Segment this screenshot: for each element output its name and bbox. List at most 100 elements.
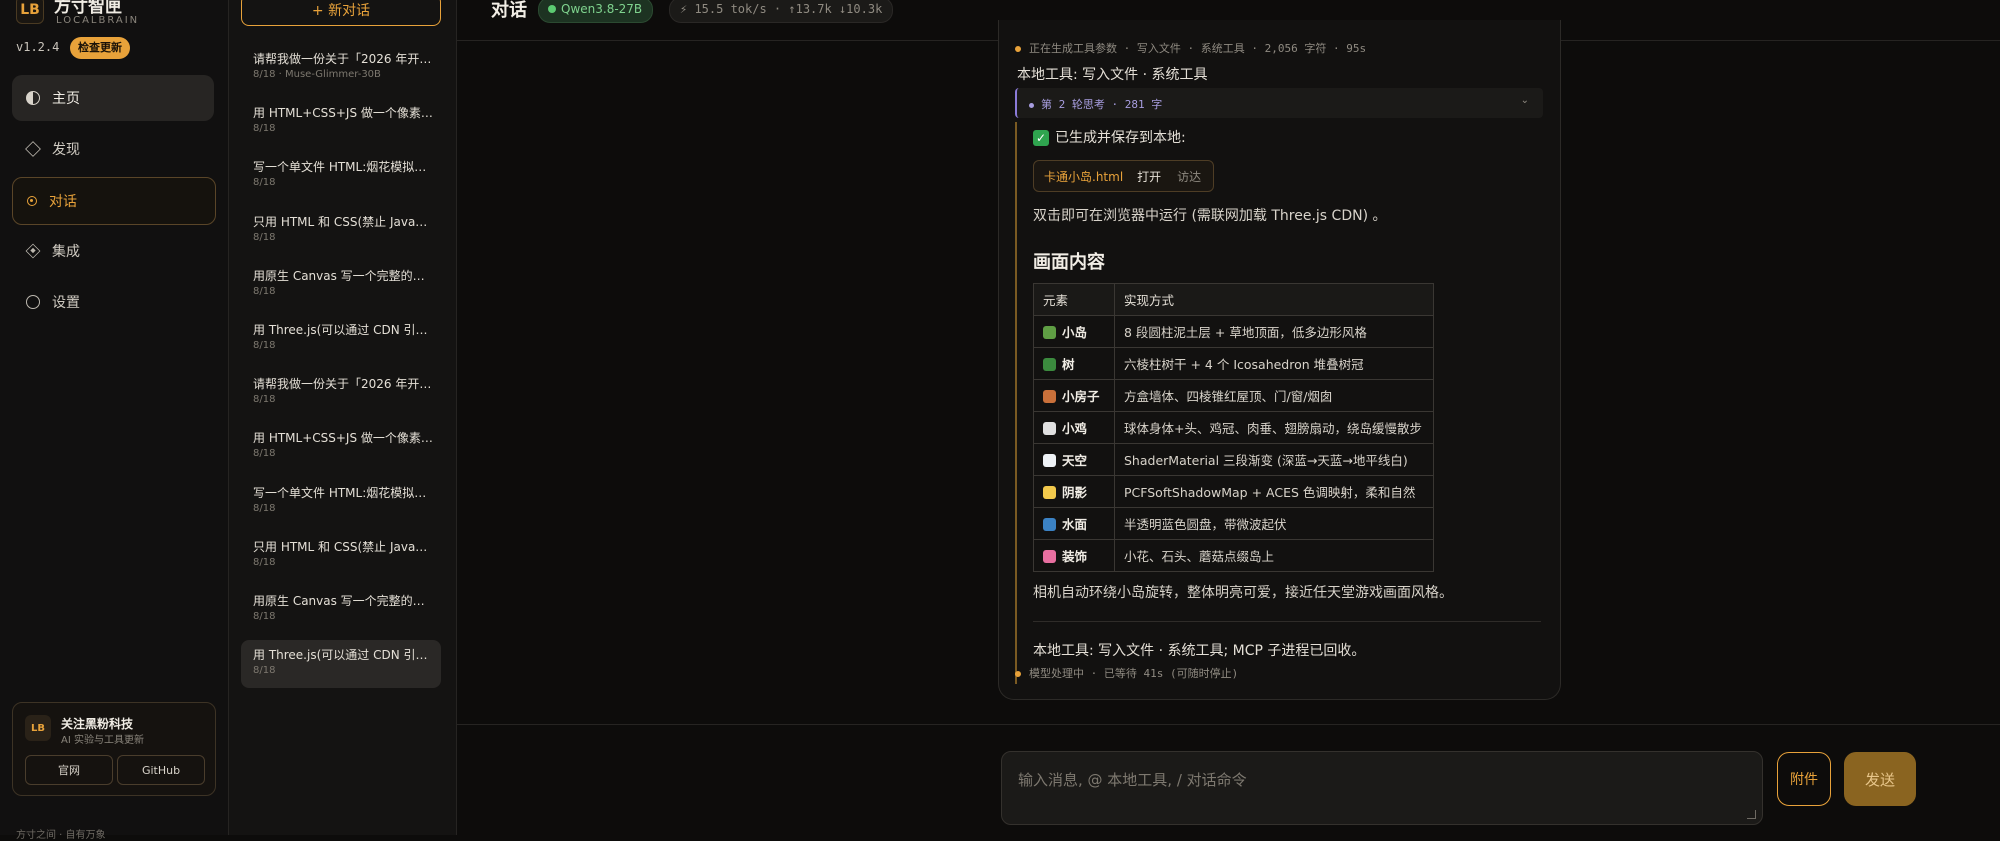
open-file-button[interactable]: 打开	[1129, 168, 1169, 185]
reveal-in-finder-button[interactable]: 访达	[1169, 168, 1213, 185]
table-cell-method: ShaderMaterial 三段渐变 (深蓝→天蓝→地平线白)	[1114, 443, 1434, 476]
saved-text: 已生成并保存到本地:	[1055, 130, 1186, 146]
chat-dot-icon	[27, 196, 37, 206]
footer-slogan: 方寸之间 · 自有万象	[16, 830, 106, 841]
conversation-date: 8/18	[253, 340, 276, 351]
app-logo: LB	[16, 0, 44, 24]
conversation-item[interactable]: 写一个单文件 HTML:烟花模拟… 8/18	[241, 152, 441, 200]
conversation-item[interactable]: 只用 HTML 和 CSS(禁止 Java… 8/18	[241, 532, 441, 580]
generation-status: 正在生成工具参数 · 写入文件 · 系统工具 · 2,056 字符 · 95s	[1015, 40, 1366, 56]
table-row: 树 六棱柱树干 + 4 个 Icosahedron 堆叠树冠	[1033, 347, 1434, 380]
conversation-date: 8/18	[253, 502, 276, 514]
nav-item-chat[interactable]: 对话	[12, 177, 216, 225]
assistant-message: 正在生成工具参数 · 写入文件 · 系统工具 · 2,056 字符 · 95s …	[998, 20, 1561, 700]
model-badge[interactable]: Qwen3.8-27B	[538, 0, 654, 23]
nav-item-settings[interactable]: 设置	[12, 279, 214, 325]
nav-item-label: 主页	[52, 91, 80, 107]
table-cell-element: 水面	[1033, 507, 1115, 540]
table-row: 天空 ShaderMaterial 三段渐变 (深蓝→天蓝→地平线白)	[1033, 443, 1434, 476]
conversation-date: 8/18 · Muse-Glimmer-30B	[253, 69, 381, 80]
table-header-method: 实现方式	[1114, 283, 1434, 316]
conversation-item[interactable]: 用 HTML+CSS+JS 做一个像素… 8/18	[241, 423, 441, 471]
element-name: 装饰	[1062, 549, 1088, 564]
conversation-title: 用 HTML+CSS+JS 做一个像素…	[253, 106, 433, 121]
conversation-date: 8/18	[253, 556, 276, 568]
table-cell-method: 球体身体+头、鸡冠、肉垂、翅膀扇动，绕岛缓慢散步	[1114, 411, 1434, 444]
resize-grip-icon[interactable]	[1747, 810, 1756, 819]
follow-card: LB 关注黑粉科技 AI 实验与工具更新 官网 GitHub	[12, 702, 216, 796]
nav-item-discover[interactable]: 发现	[12, 126, 214, 172]
conversation-date: 8/18	[253, 611, 276, 622]
table-cell-method: 六棱柱树干 + 4 个 Icosahedron 堆叠树冠	[1114, 347, 1434, 380]
conversation-item[interactable]: 用 Three.js(可以通过 CDN 引… 8/18	[241, 640, 441, 689]
table-header-row: 元素 实现方式	[1033, 283, 1434, 316]
run-note: 双击即可在浏览器中运行 (需联网加载 Three.js CDN) 。	[1033, 208, 1387, 224]
conversation-item[interactable]: 用原生 Canvas 写一个完整的… 8/18	[241, 261, 441, 309]
chicken-icon	[1043, 422, 1056, 435]
table-row: 装饰 小花、石头、蘑菇点缀岛上	[1033, 539, 1434, 572]
table-cell-element: 小鸡	[1033, 411, 1115, 444]
nav-item-label: 对话	[49, 194, 77, 210]
divider	[1033, 621, 1541, 622]
conversation-item[interactable]: 只用 HTML 和 CSS(禁止 Java… 8/18	[241, 207, 441, 255]
message-input[interactable]: 输入消息, @ 本地工具, / 对话命令	[1001, 751, 1763, 825]
conversation-item[interactable]: 用原生 Canvas 写一个完整的… 8/18	[241, 586, 441, 634]
conversation-title: 用 Three.js(可以通过 CDN 引…	[253, 323, 428, 337]
table-row: 小房子 方盒墙体、四棱锥红屋顶、门/窗/烟囱	[1033, 379, 1434, 412]
table-row: 阴影 PCFSoftShadowMap + ACES 色调映射，柔和自然	[1033, 475, 1434, 508]
new-chat-button[interactable]: + 新对话	[241, 0, 441, 26]
status-dot-icon	[1015, 671, 1021, 677]
conversation-item[interactable]: 写一个单文件 HTML:烟花模拟… 8/18	[241, 478, 441, 526]
table-cell-element: 小房子	[1033, 379, 1115, 412]
wave-icon	[1043, 518, 1056, 531]
processing-status-text: 模型处理中 · 已等待 41s (可随时停止)	[1029, 667, 1239, 680]
island-icon	[1043, 326, 1056, 339]
table-row: 小鸡 球体身体+头、鸡冠、肉垂、翅膀扇动，绕岛缓慢散步	[1033, 411, 1434, 444]
conversation-date: 8/18	[253, 231, 276, 243]
table-cell-method: 8 段圆柱泥土层 + 草地顶面，低多边形风格	[1114, 315, 1434, 348]
section-heading: 画面内容	[1033, 252, 1105, 273]
content-table: 元素 实现方式 小岛 8 段圆柱泥土层 + 草地顶面，低多边形风格树 六棱柱树干 +…	[1033, 283, 1434, 572]
element-name: 阴影	[1062, 485, 1088, 500]
conversation-item[interactable]: 用 HTML+CSS+JS 做一个像素… 8/18	[241, 98, 441, 146]
file-name-link[interactable]: 卡通小岛.html	[1034, 168, 1129, 185]
conversation-title: 用原生 Canvas 写一个完整的…	[253, 594, 425, 608]
app-subtitle: LOCALBRAIN	[56, 15, 140, 26]
table-cell-method: 小花、石头、蘑菇点缀岛上	[1114, 539, 1434, 572]
official-site-button[interactable]: 官网	[25, 755, 113, 785]
bulb-icon	[1043, 486, 1056, 499]
chevron-down-icon[interactable]: ⌄	[1521, 95, 1529, 106]
attach-button[interactable]: 附件	[1777, 752, 1831, 806]
composer: 输入消息, @ 本地工具, / 对话命令 附件 发送	[457, 724, 2000, 836]
table-row: 小岛 8 段圆柱泥土层 + 草地顶面，低多边形风格	[1033, 315, 1434, 348]
conversation-title: 请帮我做一份关于「2026 年开…	[253, 377, 432, 392]
thinking-label: 第 2 轮思考 · 281 字	[1029, 96, 1162, 112]
conversation-title: 写一个单文件 HTML:烟花模拟…	[253, 485, 427, 500]
nav-item-home[interactable]: 主页	[12, 75, 214, 121]
nav-item-label: 集成	[52, 244, 80, 260]
page-title: 对话	[491, 0, 527, 21]
settings-circle-icon	[26, 295, 40, 309]
table-cell-element: 阴影	[1033, 475, 1115, 508]
conversation-date: 8/18	[253, 665, 276, 677]
conversation-item[interactable]: 用 Three.js(可以通过 CDN 引… 8/18	[241, 315, 441, 363]
table-cell-method: PCFSoftShadowMap + ACES 色调映射，柔和自然	[1114, 475, 1434, 508]
conversation-list: + 新对话 请帮我做一份关于「2026 年开… 8/18 · Muse-Glimm…	[229, 0, 457, 835]
conversation-date: 8/18	[253, 394, 276, 406]
element-name: 小鸡	[1062, 421, 1088, 436]
conversation-item[interactable]: 请帮我做一份关于「2026 年开… 8/18	[241, 369, 441, 417]
table-cell-method: 半透明蓝色圆盘，带微波起伏	[1114, 507, 1434, 540]
table-cell-element: 小岛	[1033, 315, 1115, 348]
nav-item-integrations[interactable]: 集成	[12, 228, 214, 274]
github-button[interactable]: GitHub	[117, 755, 205, 785]
diamond-icon	[25, 141, 41, 157]
flower-icon	[1043, 550, 1056, 563]
generation-status-text: 正在生成工具参数 · 写入文件 · 系统工具 · 2,056 字符 · 95s	[1029, 42, 1367, 55]
conversation-item[interactable]: 请帮我做一份关于「2026 年开… 8/18 · Muse-Glimmer-30B	[241, 44, 441, 92]
conversation-title: 只用 HTML 和 CSS(禁止 Java…	[253, 214, 428, 229]
tools-line: 本地工具: 写入文件 · 系统工具	[1017, 67, 1208, 83]
send-button[interactable]: 发送	[1844, 752, 1916, 806]
check-update-button[interactable]: 检查更新	[70, 37, 130, 59]
answer-accent-bar	[1015, 122, 1017, 684]
thinking-block[interactable]: 第 2 轮思考 · 281 字 ⌄	[1015, 88, 1543, 118]
